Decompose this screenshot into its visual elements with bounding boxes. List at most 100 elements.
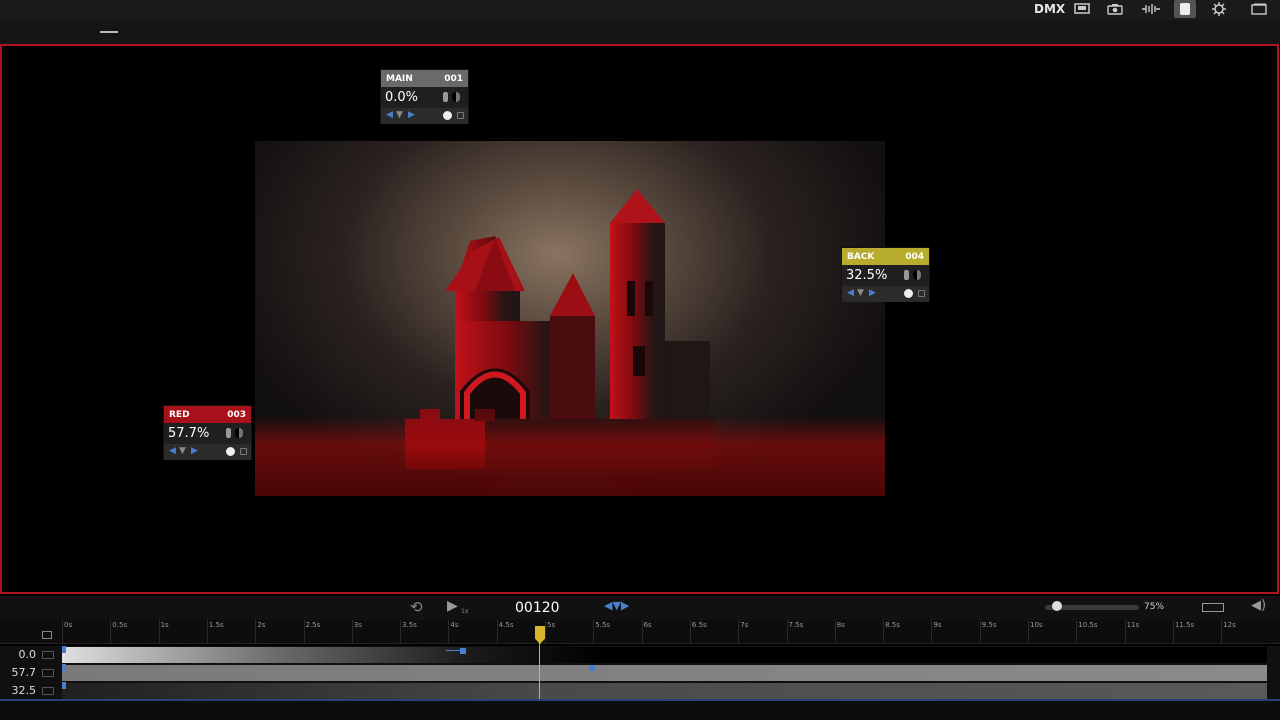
prev-keyframe-icon[interactable]: ◀ xyxy=(386,110,393,120)
tick-label: 11s xyxy=(1126,621,1140,629)
card-value[interactable]: 0.0% xyxy=(381,87,468,108)
add-keyframe-icon[interactable]: ▼ xyxy=(396,110,403,120)
tick-line xyxy=(1124,620,1126,644)
track-bar[interactable] xyxy=(62,647,1267,663)
track-value: 57.7 xyxy=(11,666,37,679)
tick-line xyxy=(545,620,546,644)
track-bar[interactable] xyxy=(62,683,1267,699)
card-controls: ◀ ▼ ▶ xyxy=(164,444,251,460)
start-keyframe-icon[interactable] xyxy=(62,682,66,689)
card-value[interactable]: 32.5% xyxy=(842,265,929,286)
card-header: BACK 004 xyxy=(842,248,929,265)
settings-icon[interactable] xyxy=(1208,0,1230,18)
track-value: 32.5 xyxy=(11,684,37,697)
tick-line xyxy=(158,620,160,644)
solo-dot-icon[interactable] xyxy=(904,289,913,298)
track-red[interactable]: 57.7 xyxy=(0,664,1280,682)
transport-bar: ⟲ ▶ 1x 00120 ◀▼▶ 75% ◀) xyxy=(0,596,1280,620)
next-keyframe-icon[interactable]: ▶ xyxy=(869,288,876,298)
tick-label: 10.5s xyxy=(1078,621,1098,629)
tick-line xyxy=(110,620,112,644)
track-main[interactable]: 0.0 xyxy=(0,646,1280,664)
playback-rate[interactable]: 1x xyxy=(461,608,468,615)
light-card-red[interactable]: RED 003 57.7% ◀ ▼ ▶ xyxy=(163,405,252,460)
tick-label: 0s xyxy=(64,621,73,629)
next-keyframe-icon[interactable]: ▶ xyxy=(191,446,198,456)
card-controls: ◀ ▼ ▶ xyxy=(381,108,468,124)
tick-label: 0.5s xyxy=(112,621,128,629)
tick-line xyxy=(834,620,836,644)
tick-line xyxy=(931,620,933,644)
card-name: BACK xyxy=(847,251,875,262)
line-tool-icon[interactable] xyxy=(100,31,118,33)
next-keyframe-icon[interactable]: ▶ xyxy=(408,110,415,120)
tick-line xyxy=(1172,620,1174,644)
tick-label: 2s xyxy=(257,621,266,629)
fit-timeline-icon[interactable] xyxy=(1202,603,1224,612)
grid-toggle-icon[interactable] xyxy=(42,631,52,639)
time-ruler[interactable]: 0s 0.5s 1s 1.5s 2s 2.5s 3s 3.5s 4s 4.5s 5s 5.5s 6s 6.… xyxy=(0,620,1280,644)
lock-icon[interactable] xyxy=(918,290,925,297)
keyframe-marker[interactable] xyxy=(460,648,466,654)
dmx-button[interactable]: DMX xyxy=(1034,2,1065,16)
add-keyframe-icon[interactable]: ▼ xyxy=(179,446,186,456)
tick-label: 1s xyxy=(160,621,169,629)
fader-icon[interactable] xyxy=(443,92,448,102)
speaker-icon[interactable]: ◀) xyxy=(1251,598,1266,613)
track-toggle-icon[interactable] xyxy=(42,651,54,659)
invert-icon[interactable] xyxy=(913,270,921,280)
playhead-line xyxy=(539,640,540,700)
card-value[interactable]: 57.7% xyxy=(164,423,251,444)
track-bar[interactable] xyxy=(62,665,1267,681)
keyframe-marker[interactable] xyxy=(589,665,595,671)
zoom-value: 75% xyxy=(1144,602,1165,612)
card-number: 003 xyxy=(227,409,246,420)
tick-label: 3s xyxy=(353,621,362,629)
keyframe-nav-icon[interactable]: ◀▼▶ xyxy=(604,599,629,612)
card-number: 001 xyxy=(444,73,463,84)
start-keyframe-icon[interactable] xyxy=(62,646,66,653)
window-icon[interactable] xyxy=(1248,0,1270,18)
tick-line xyxy=(206,620,208,644)
prev-keyframe-icon[interactable]: ◀ xyxy=(847,288,854,298)
frame-counter[interactable]: 00120 xyxy=(515,600,560,616)
tick-label: 12s xyxy=(1223,621,1236,629)
tick-label: 8.5s xyxy=(885,621,900,629)
fader-icon[interactable] xyxy=(226,428,231,438)
track-toggle-icon[interactable] xyxy=(42,669,54,677)
card-name: MAIN xyxy=(386,73,413,84)
tick-line xyxy=(786,620,788,644)
camera-icon[interactable] xyxy=(1104,0,1126,18)
waveform-icon[interactable] xyxy=(1140,0,1162,18)
tick-label: 3.5s xyxy=(402,621,417,629)
monitor-icon[interactable] xyxy=(1071,0,1093,18)
sub-toolbar xyxy=(0,20,1280,44)
tick-line xyxy=(255,620,257,644)
light-card-main[interactable]: MAIN 001 0.0% ◀ ▼ ▶ xyxy=(380,69,469,124)
prev-keyframe-icon[interactable]: ◀ xyxy=(169,446,176,456)
card-value-text: 57.7% xyxy=(168,426,210,441)
fader-icon[interactable] xyxy=(904,270,909,280)
card-value-text: 32.5% xyxy=(846,268,888,283)
zoom-slider-handle[interactable] xyxy=(1052,601,1062,611)
tick-label: 4.5s xyxy=(498,621,514,629)
start-keyframe-icon[interactable] xyxy=(62,664,66,671)
spotlight-icon[interactable] xyxy=(1174,0,1196,18)
keyframe-link xyxy=(446,650,464,651)
track-toggle-icon[interactable] xyxy=(42,687,54,695)
play-icon[interactable]: ▶ xyxy=(447,598,458,614)
track-back[interactable]: 32.5 xyxy=(0,682,1280,700)
invert-icon[interactable] xyxy=(452,92,460,102)
tick-label: 11.5s xyxy=(1174,621,1195,629)
solo-dot-icon[interactable] xyxy=(443,111,452,120)
light-card-back[interactable]: BACK 004 32.5% ◀ ▼ ▶ xyxy=(841,247,930,302)
loop-icon[interactable]: ⟲ xyxy=(410,598,423,616)
lock-icon[interactable] xyxy=(240,448,247,455)
lock-icon[interactable] xyxy=(457,112,464,119)
solo-dot-icon[interactable] xyxy=(226,447,235,456)
tick-label: 9s xyxy=(933,621,942,629)
add-keyframe-icon[interactable]: ▼ xyxy=(857,288,864,298)
app-window: DMX MAIN 001 0.0% ◀ ▼ ▶ BACK 004 32.5% ◀… xyxy=(0,0,1280,720)
tick-line xyxy=(400,620,402,644)
invert-icon[interactable] xyxy=(235,428,243,438)
